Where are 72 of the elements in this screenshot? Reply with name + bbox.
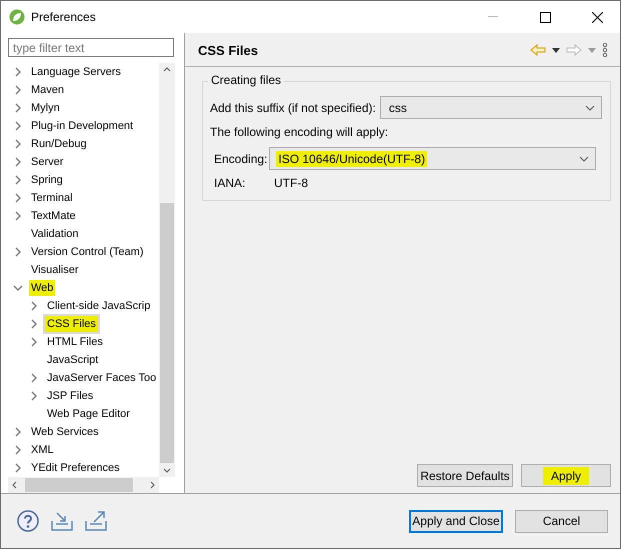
page-button[interactable]: Restore Defaults bbox=[417, 464, 513, 487]
tree-item[interactable]: Web Page Editor bbox=[45, 406, 132, 422]
import-icon[interactable] bbox=[51, 511, 73, 531]
dialog-button[interactable]: Cancel bbox=[515, 510, 608, 532]
group-title: Creating files bbox=[208, 73, 284, 87]
window-title: Preferences bbox=[31, 10, 97, 24]
encoding-label: Encoding: bbox=[214, 152, 268, 166]
chevron-icon[interactable] bbox=[13, 121, 23, 131]
chevron-icon[interactable] bbox=[29, 319, 39, 329]
tree-item[interactable]: YEdit Preferences bbox=[29, 460, 122, 476]
tree-item[interactable]: Version Control (Team) bbox=[29, 244, 146, 260]
chevron-icon[interactable] bbox=[13, 175, 23, 185]
tree-item[interactable]: Web bbox=[29, 280, 56, 296]
chevron-icon[interactable] bbox=[13, 463, 23, 473]
chevron-icon[interactable] bbox=[13, 427, 23, 437]
chevron-icon[interactable] bbox=[29, 391, 39, 401]
chevron-icon[interactable] bbox=[29, 373, 39, 383]
tree-item[interactable]: Terminal bbox=[29, 190, 75, 206]
close-icon bbox=[592, 12, 602, 22]
tree-item[interactable]: Spring bbox=[29, 172, 65, 188]
scroll-down-icon[interactable] bbox=[163, 468, 171, 473]
scroll-left-icon[interactable] bbox=[12, 481, 17, 489]
tree-item[interactable]: JSP Files bbox=[45, 388, 96, 404]
chevron-icon[interactable] bbox=[13, 247, 23, 257]
leaf-icon bbox=[9, 9, 25, 25]
export-icon[interactable] bbox=[85, 511, 107, 531]
tree-item[interactable]: HTML Files bbox=[45, 334, 105, 350]
iana-value: UTF-8 bbox=[274, 176, 308, 190]
encoding-note: The following encoding will apply: bbox=[210, 125, 390, 139]
dialog-button[interactable]: Apply and Close bbox=[409, 510, 503, 532]
tree-item[interactable]: Client-side JavaScrip bbox=[45, 298, 152, 314]
scroll-up-icon[interactable] bbox=[163, 67, 171, 72]
page-title: CSS Files bbox=[198, 42, 259, 58]
iana-label: IANA: bbox=[214, 176, 246, 190]
chevron-icon[interactable] bbox=[13, 157, 23, 167]
maximize-icon bbox=[540, 12, 550, 22]
tree-item[interactable]: Mylyn bbox=[29, 100, 62, 116]
chevron-icon[interactable] bbox=[13, 85, 23, 95]
chevron-icon[interactable] bbox=[13, 283, 23, 293]
chevron-down-icon[interactable] bbox=[579, 156, 589, 162]
chevron-icon[interactable] bbox=[13, 67, 23, 77]
scroll-right-icon[interactable] bbox=[150, 481, 155, 489]
more-icon[interactable] bbox=[602, 43, 608, 57]
chevron-icon[interactable] bbox=[13, 211, 23, 221]
chevron-icon[interactable] bbox=[13, 139, 23, 149]
page-button[interactable]: Apply bbox=[521, 464, 611, 487]
tree-item[interactable]: Language Servers bbox=[29, 64, 123, 80]
dropdown-icon[interactable] bbox=[552, 48, 560, 52]
tree-item[interactable]: CSS Files bbox=[45, 316, 98, 332]
help-icon[interactable] bbox=[17, 510, 39, 532]
filter-field[interactable]: type filter text bbox=[8, 38, 174, 57]
tree-item[interactable]: JavaScript bbox=[45, 352, 100, 368]
suffix-dropdown[interactable]: css bbox=[380, 96, 602, 119]
chevron-icon[interactable] bbox=[29, 301, 39, 311]
tree-item[interactable]: XML bbox=[29, 442, 56, 458]
minimize-icon bbox=[488, 16, 498, 18]
chevron-icon[interactable] bbox=[29, 337, 39, 347]
chevron-icon[interactable] bbox=[13, 103, 23, 113]
chevron-icon[interactable] bbox=[13, 445, 23, 455]
chevron-icon[interactable] bbox=[13, 193, 23, 203]
tree-item[interactable]: TextMate bbox=[29, 208, 78, 224]
suffix-label: Add this suffix (if not specified): bbox=[210, 100, 376, 114]
tree-item[interactable]: Web Services bbox=[29, 424, 101, 440]
tree-item[interactable]: Server bbox=[29, 154, 66, 170]
tree-item[interactable]: Plug-in Development bbox=[29, 118, 136, 134]
encoding-dropdown[interactable]: ISO 10646/Unicode(UTF-8) bbox=[269, 147, 596, 170]
tree-item[interactable]: JavaServer Faces Too bbox=[45, 370, 158, 386]
tree-item[interactable]: Validation bbox=[29, 226, 80, 242]
tree-item[interactable]: Maven bbox=[29, 82, 66, 98]
chevron-down-icon[interactable] bbox=[585, 104, 595, 110]
tree-item[interactable]: Run/Debug bbox=[29, 136, 89, 152]
tree-item[interactable]: Visualiser bbox=[29, 262, 80, 278]
